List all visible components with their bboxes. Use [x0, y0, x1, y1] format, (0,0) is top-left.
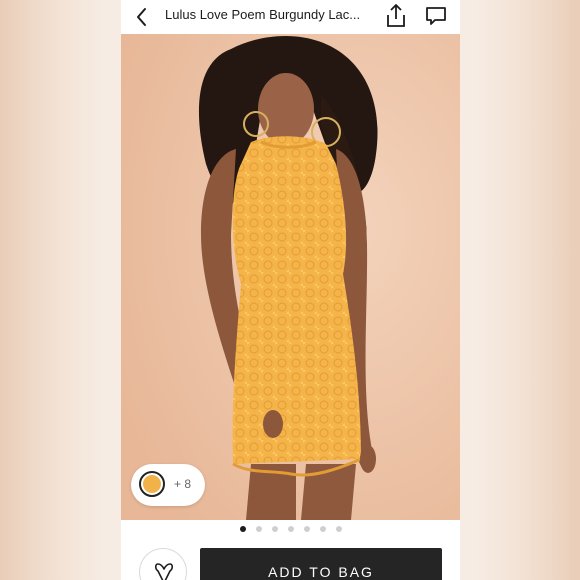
- carousel-dot[interactable]: [335, 526, 342, 532]
- comment-icon: [426, 7, 446, 25]
- carousel-dot[interactable]: [239, 526, 246, 532]
- carousel-dot[interactable]: [287, 526, 294, 532]
- carousel-page-indicator: [121, 524, 460, 534]
- app-screen: Lulus Love Poem Burgundy Lac... + 8 ADD …: [121, 0, 460, 580]
- comment-button[interactable]: [423, 3, 449, 29]
- top-navigation-bar: Lulus Love Poem Burgundy Lac...: [121, 0, 460, 34]
- more-colors-count: + 8: [174, 477, 192, 491]
- chevron-left-icon: [137, 8, 146, 26]
- selected-color-swatch[interactable]: [139, 471, 165, 497]
- heart-v-icon: [154, 563, 174, 580]
- carousel-dot[interactable]: [303, 526, 310, 532]
- color-options-button[interactable]: + 8: [131, 464, 205, 506]
- carousel-dot[interactable]: [319, 526, 326, 532]
- carousel-dot[interactable]: [271, 526, 278, 532]
- add-to-bag-button[interactable]: ADD TO BAG: [200, 548, 442, 580]
- back-button[interactable]: [129, 4, 155, 30]
- model-in-dress-image: [121, 34, 460, 520]
- love-button[interactable]: [139, 548, 187, 580]
- share-button[interactable]: [383, 2, 409, 30]
- color-swatch-fill: [143, 475, 161, 493]
- share-icon: [387, 4, 405, 27]
- bottom-action-bar: ADD TO BAG: [121, 538, 460, 580]
- carousel-dot[interactable]: [255, 526, 262, 532]
- page-title: Lulus Love Poem Burgundy Lac...: [165, 7, 361, 22]
- product-photo[interactable]: [121, 34, 460, 520]
